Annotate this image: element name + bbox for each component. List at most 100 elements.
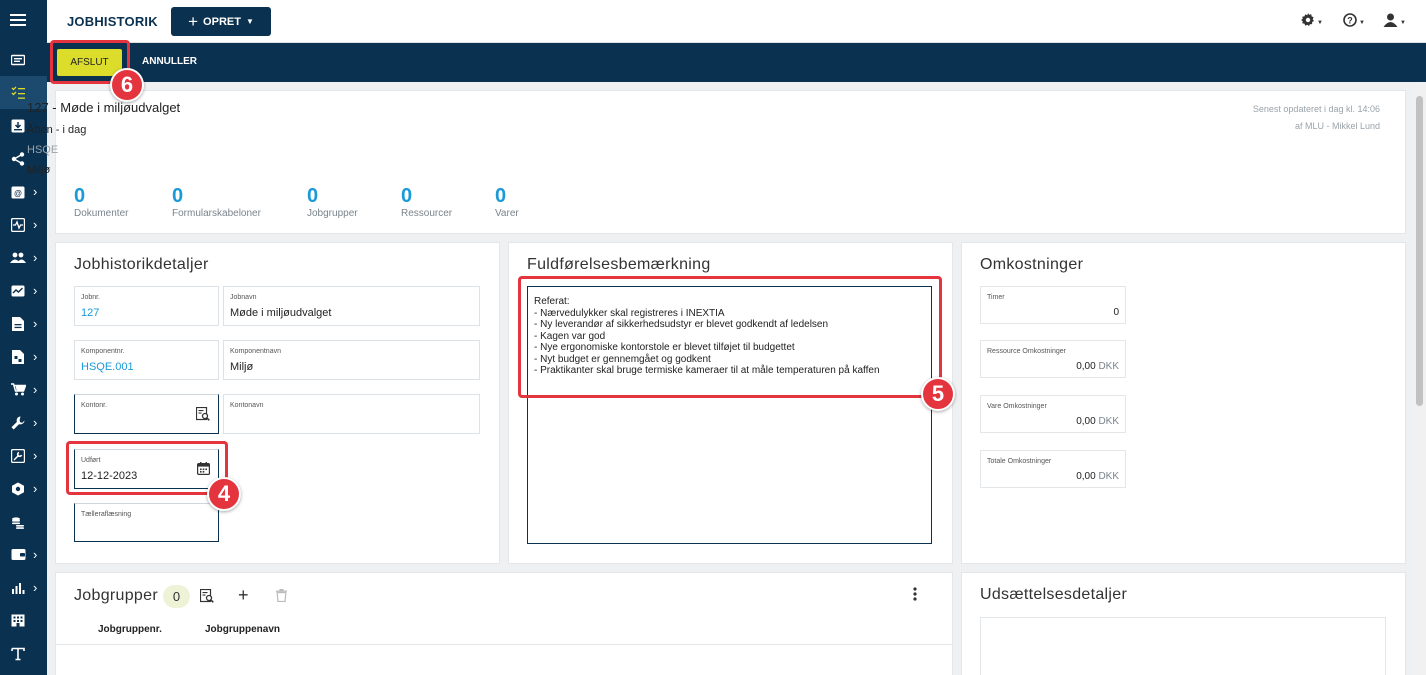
job-category: HSQE xyxy=(27,144,59,156)
scrollbar-thumb[interactable] xyxy=(1416,96,1423,406)
sidebar-item-finance[interactable] xyxy=(0,505,47,538)
field-value: Miljø xyxy=(230,361,254,373)
sidebar-item-maintenance[interactable]: › xyxy=(0,406,47,439)
remark-title: Fuldførelsesbemærkning xyxy=(527,256,711,273)
field-label: Vare Omkostninger xyxy=(987,403,1047,410)
stat-form-templates[interactable]: 0 Formularskabeloner xyxy=(172,185,261,219)
wrench-icon xyxy=(10,415,26,431)
table-divider xyxy=(55,644,953,645)
chevron-right-icon: › xyxy=(33,448,38,463)
account-name-field[interactable]: Kontonavn xyxy=(223,394,480,434)
stat-label: Dokumenter xyxy=(74,208,129,219)
caret-down-icon: ▼ xyxy=(1317,19,1323,26)
share-icon xyxy=(10,151,26,167)
chevron-right-icon: › xyxy=(33,547,38,562)
caret-down-icon: ▼ xyxy=(245,17,254,26)
settings-button[interactable]: ▼ xyxy=(1301,13,1323,32)
sidebar-item-tools[interactable]: › xyxy=(0,439,47,472)
card-icon xyxy=(10,52,26,68)
sidebar-item-documents[interactable]: › xyxy=(0,307,47,340)
stat-value: 0 xyxy=(172,185,184,207)
field-label: Timer xyxy=(987,294,1005,301)
currency: DKK xyxy=(1098,471,1119,482)
hamburger-icon xyxy=(10,12,26,28)
download-box-icon xyxy=(10,118,26,134)
svg-text:@: @ xyxy=(14,189,22,198)
job-name-field[interactable]: Jobnavn Møde i miljøudvalget xyxy=(223,286,480,326)
sidebar-item-budget[interactable]: › xyxy=(0,538,47,571)
chevron-right-icon: › xyxy=(33,349,38,364)
help-icon: ? xyxy=(1343,13,1357,32)
field-value[interactable]: 127 xyxy=(81,307,99,319)
chevron-right-icon: › xyxy=(33,580,38,595)
stat-jobgroups[interactable]: 0 Jobgrupper xyxy=(307,185,358,219)
chevron-right-icon: › xyxy=(33,217,38,232)
sidebar-item-calendar[interactable]: @ › xyxy=(0,175,47,208)
step-badge-6: 6 xyxy=(110,68,144,102)
resource-cost-field: Ressource Omkostninger 0,00 DKK xyxy=(980,340,1126,378)
sidebar-item-text[interactable] xyxy=(0,637,47,670)
lookup-icon[interactable] xyxy=(199,588,214,606)
sidebar-item-components[interactable]: › xyxy=(0,472,47,505)
chevron-right-icon: › xyxy=(33,481,38,496)
chevron-right-icon: › xyxy=(33,316,38,331)
details-title: Jobhistorikdetaljer xyxy=(74,256,209,273)
chevron-right-icon: › xyxy=(33,184,38,199)
jobgroups-title: Jobgrupper xyxy=(74,587,158,604)
stat-value: 0 xyxy=(307,185,319,207)
currency: DKK xyxy=(1098,361,1119,372)
hexagon-icon xyxy=(10,481,26,497)
highlight-date-field xyxy=(66,441,228,495)
trend-icon xyxy=(10,283,26,299)
field-value[interactable]: HSQE.001 xyxy=(81,361,134,373)
stat-resources[interactable]: 0 Ressourcer xyxy=(401,185,452,219)
meter-reading-field[interactable]: Tælleraflæsning xyxy=(74,503,219,542)
field-label: Komponentnr. xyxy=(81,348,125,355)
caret-down-icon: ▼ xyxy=(1359,19,1365,26)
sidebar-item-buildings[interactable] xyxy=(0,604,47,637)
help-button[interactable]: ? ▼ xyxy=(1343,13,1365,32)
more-vertical-icon[interactable] xyxy=(913,587,917,604)
field-value: 0,00 DKK xyxy=(1076,361,1119,372)
sidebar-item-people[interactable]: › xyxy=(0,241,47,274)
sidebar-item-purchase[interactable]: › xyxy=(0,373,47,406)
chevron-right-icon: › xyxy=(33,250,38,265)
cancel-button[interactable]: ANNULLER xyxy=(142,56,197,67)
users-icon xyxy=(10,250,26,266)
component-name-field[interactable]: Komponentnavn Miljø xyxy=(223,340,480,380)
postpone-field[interactable] xyxy=(980,617,1386,675)
chevron-right-icon: › xyxy=(33,283,38,298)
building-icon xyxy=(10,613,26,629)
sidebar-item-statistics[interactable]: › xyxy=(0,571,47,604)
stat-goods[interactable]: 0 Varer xyxy=(495,185,519,219)
stat-value: 0 xyxy=(495,185,507,207)
action-bar: AFSLUT ANNULLER xyxy=(47,43,1426,82)
trash-icon[interactable] xyxy=(276,589,287,605)
job-area: Miljø xyxy=(27,164,51,176)
caret-down-icon: ▼ xyxy=(1400,19,1406,26)
goods-cost-field: Vare Omkostninger 0,00 DKK xyxy=(980,395,1126,433)
add-icon[interactable]: + xyxy=(238,585,249,606)
sidebar-item-forms[interactable]: › xyxy=(0,340,47,373)
menu-button[interactable] xyxy=(0,3,47,36)
create-button[interactable]: + OPRET ▼ xyxy=(171,7,271,36)
chevron-right-icon: › xyxy=(33,382,38,397)
field-label: Ressource Omkostninger xyxy=(987,348,1066,355)
user-menu-button[interactable]: ▼ xyxy=(1383,13,1406,32)
account-no-field[interactable]: Kontonr. xyxy=(74,394,219,434)
field-label: Jobnavn xyxy=(230,294,257,301)
field-label: Komponentnavn xyxy=(230,348,281,355)
sidebar-item-news[interactable] xyxy=(0,43,47,76)
sidebar-item-reports[interactable]: › xyxy=(0,274,47,307)
field-label: Jobnr. xyxy=(81,294,101,301)
job-no-field[interactable]: Jobnr. 127 xyxy=(74,286,219,326)
job-title: 127 - Møde i miljøudvalget xyxy=(27,100,181,115)
sidebar-item-monitor[interactable]: › xyxy=(0,208,47,241)
component-no-field[interactable]: Komponentnr. HSQE.001 xyxy=(74,340,219,380)
checklist-icon xyxy=(10,85,26,101)
column-header-jobgroup-name[interactable]: Jobgruppenavn xyxy=(205,624,280,635)
stat-documents[interactable]: 0 Dokumenter xyxy=(74,185,128,219)
lookup-icon[interactable] xyxy=(195,406,210,424)
last-updated-by: af MLU - Mikkel Lund xyxy=(1294,121,1380,131)
column-header-jobgroup-no[interactable]: Jobgruppenr. xyxy=(98,624,162,635)
